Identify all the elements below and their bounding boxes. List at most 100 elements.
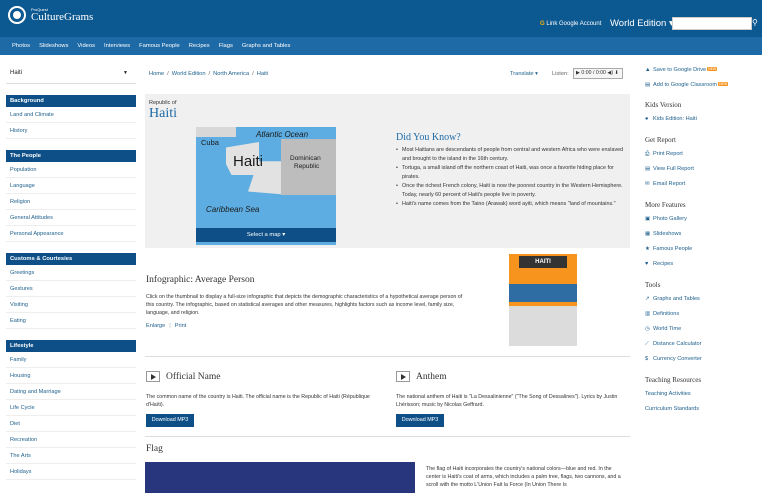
breadcrumb-item[interactable]: Home — [149, 71, 164, 77]
right-link-label: Famous People — [653, 246, 693, 252]
right-group-title: Tools — [645, 281, 661, 289]
sidebar-item-history[interactable]: History — [6, 123, 136, 139]
enlarge-link[interactable]: Enlarge — [146, 323, 165, 329]
did-you-know-item: Haiti's name comes from the Taino (Arawa… — [396, 200, 626, 209]
search-icon[interactable]: ⚲ — [752, 18, 758, 27]
world-time-icon: ◷ — [645, 326, 650, 332]
download-mp3-anthem-button[interactable]: Download MP3 — [396, 414, 444, 427]
infographic-thumb-title: HAITI — [519, 256, 567, 268]
right-link-add-to-google-classroom[interactable]: ▤ Add to Google Classroom NEW — [645, 77, 762, 92]
sidebar-item-dating-and-marriage[interactable]: Dating and Marriage — [6, 384, 136, 400]
audio-player[interactable]: ▶ 0:00 / 0:00 ◀) ⬇ — [573, 68, 623, 79]
breadcrumb-item[interactable]: North America — [213, 71, 249, 77]
right-link-email-report[interactable]: ✉ Email Report — [645, 177, 762, 192]
right-link-definitions[interactable]: ▥ Definitions — [645, 307, 762, 322]
right-link-currency-converter[interactable]: $ Currency Converter — [645, 352, 762, 367]
nav-item-interviews[interactable]: Interviews — [104, 43, 130, 49]
right-link-view-full-report[interactable]: ▤ View Full Report — [645, 162, 762, 177]
culturegrams-logo[interactable]: ProQuest CultureGrams — [8, 6, 93, 24]
sidebar-item-personal-appearance[interactable]: Personal Appearance — [6, 226, 136, 242]
right-link-label: Teaching Activities — [645, 391, 691, 397]
breadcrumb-separator: / — [167, 71, 169, 77]
infographic-title: Infographic: Average Person — [146, 275, 255, 285]
map-label-atlantic: Atlantic Ocean — [256, 130, 309, 139]
right-group-title: Teaching Resources — [645, 376, 702, 384]
sidebar-item-holidays[interactable]: Holidays — [6, 464, 136, 480]
right-link-label: View Full Report — [653, 166, 694, 172]
anthem-title: Anthem — [416, 371, 447, 382]
sidebar-item-housing[interactable]: Housing — [6, 368, 136, 384]
right-link-kids-edition-haiti[interactable]: ● Kids Edition: Haiti — [645, 112, 762, 127]
nav-item-flags[interactable]: Flags — [219, 43, 233, 49]
right-link-recipes[interactable]: ♥ Recipes — [645, 257, 762, 272]
sidebar-item-language[interactable]: Language — [6, 178, 136, 194]
nav-item-graphs-and-tables[interactable]: Graphs and Tables — [242, 43, 291, 49]
sidebar-item-gestures[interactable]: Gestures — [6, 281, 136, 297]
anthem-text: The national anthem of Haiti is "La Dess… — [396, 394, 618, 408]
top-bar: ProQuest CultureGrams G Link Google Acco… — [0, 0, 762, 37]
sidebar-item-greetings[interactable]: Greetings — [6, 265, 136, 281]
right-link-label: World Time — [653, 326, 682, 332]
sidebar-item-land-and-climate[interactable]: Land and Climate — [6, 107, 136, 123]
print-link[interactable]: Print — [175, 323, 187, 329]
link-google-account[interactable]: G Link Google Account — [540, 21, 601, 27]
translate-button[interactable]: Translate ▾ — [510, 71, 538, 77]
right-link-graphs-and-tables[interactable]: ↗ Graphs and Tables — [645, 292, 762, 307]
sidebar-section: The People Population Language Religion Gene… — [6, 150, 136, 242]
select-map-button[interactable]: Select a map ▾ — [196, 228, 336, 242]
right-link-slideshows[interactable]: ▦ Slideshows — [645, 227, 762, 242]
search-input[interactable] — [672, 17, 752, 30]
infographic-thumbnail[interactable]: HAITI — [509, 254, 577, 346]
sidebar-section-header: Background — [6, 95, 136, 107]
sidebar-item-population[interactable]: Population — [6, 162, 136, 178]
email-report-icon: ✉ — [645, 181, 650, 187]
nav-item-slideshows[interactable]: Slideshows — [39, 43, 68, 49]
right-link-photo-gallery[interactable]: ▣ Photo Gallery — [645, 212, 762, 227]
nav-item-videos[interactable]: Videos — [77, 43, 95, 49]
right-sidebar: ▲ Save to Google Drive NEW ▤ Add to Google C… — [645, 62, 762, 493]
sidebar-item-the-arts[interactable]: The Arts — [6, 448, 136, 464]
flag-image[interactable] — [145, 462, 415, 493]
right-group-title: More Features — [645, 201, 686, 209]
right-link-distance-calculator[interactable]: ⟋ Distance Calculator — [645, 337, 762, 352]
definitions-icon: ▥ — [645, 311, 651, 317]
right-link-curriculum-standards[interactable]: Curriculum Standards — [645, 402, 762, 417]
map-label-caribbean: Caribbean Sea — [206, 205, 260, 214]
right-link-label: Slideshows — [653, 231, 682, 237]
sidebar-item-religion[interactable]: Religion — [6, 194, 136, 210]
add-to-google-classroom-icon: ▤ — [645, 82, 651, 88]
listen-label: Listen: — [552, 71, 569, 77]
main-nav: Photos Slideshows Videos Interviews Famous P… — [0, 37, 762, 55]
sidebar-item-diet[interactable]: Diet — [6, 416, 136, 432]
sidebar-item-life-cycle[interactable]: Life Cycle — [6, 400, 136, 416]
left-sidebar: Haiti ▼ Background Land and Climate Histor… — [6, 62, 136, 493]
sidebar-item-family[interactable]: Family — [6, 352, 136, 368]
distance-calculator-icon: ⟋ — [645, 341, 649, 347]
right-link-label: Save to Google Drive — [653, 67, 707, 73]
did-you-know-item: Most Haitians are descendants of people … — [396, 146, 626, 164]
download-mp3-official-name-button[interactable]: Download MP3 — [146, 414, 194, 427]
sidebar-item-eating[interactable]: Eating — [6, 313, 136, 329]
divider — [145, 356, 630, 357]
edition-label: World Edition — [610, 18, 667, 29]
right-link-famous-people[interactable]: ★ Famous People — [645, 242, 762, 257]
edition-selector[interactable]: World Edition ▾ — [610, 18, 674, 29]
sidebar-section: Background Land and Climate History — [6, 95, 136, 139]
sidebar-item-general-attitudes[interactable]: General Attitudes — [6, 210, 136, 226]
breadcrumb-item[interactable]: World Edition — [172, 71, 206, 77]
play-icon[interactable] — [396, 371, 410, 382]
sidebar-item-recreation[interactable]: Recreation — [6, 432, 136, 448]
breadcrumb-item[interactable]: Haiti — [257, 71, 268, 77]
right-link-teaching-activities[interactable]: Teaching Activities — [645, 387, 762, 402]
nav-item-photos[interactable]: Photos — [12, 43, 30, 49]
play-icon[interactable] — [146, 371, 160, 382]
official-name-text: The common name of the country is Haiti.… — [146, 394, 370, 408]
right-link-print-report[interactable]: ⎙ Print Report — [645, 147, 762, 162]
right-link-world-time[interactable]: ◷ World Time — [645, 322, 762, 337]
nav-item-famous-people[interactable]: Famous People — [139, 43, 180, 49]
right-link-save-to-google-drive[interactable]: ▲ Save to Google Drive NEW — [645, 62, 762, 77]
sidebar-item-visiting[interactable]: Visiting — [6, 297, 136, 313]
nav-item-recipes[interactable]: Recipes — [189, 43, 210, 49]
official-name-heading: Official Name — [146, 371, 220, 382]
country-select[interactable]: Haiti ▼ — [6, 62, 136, 84]
